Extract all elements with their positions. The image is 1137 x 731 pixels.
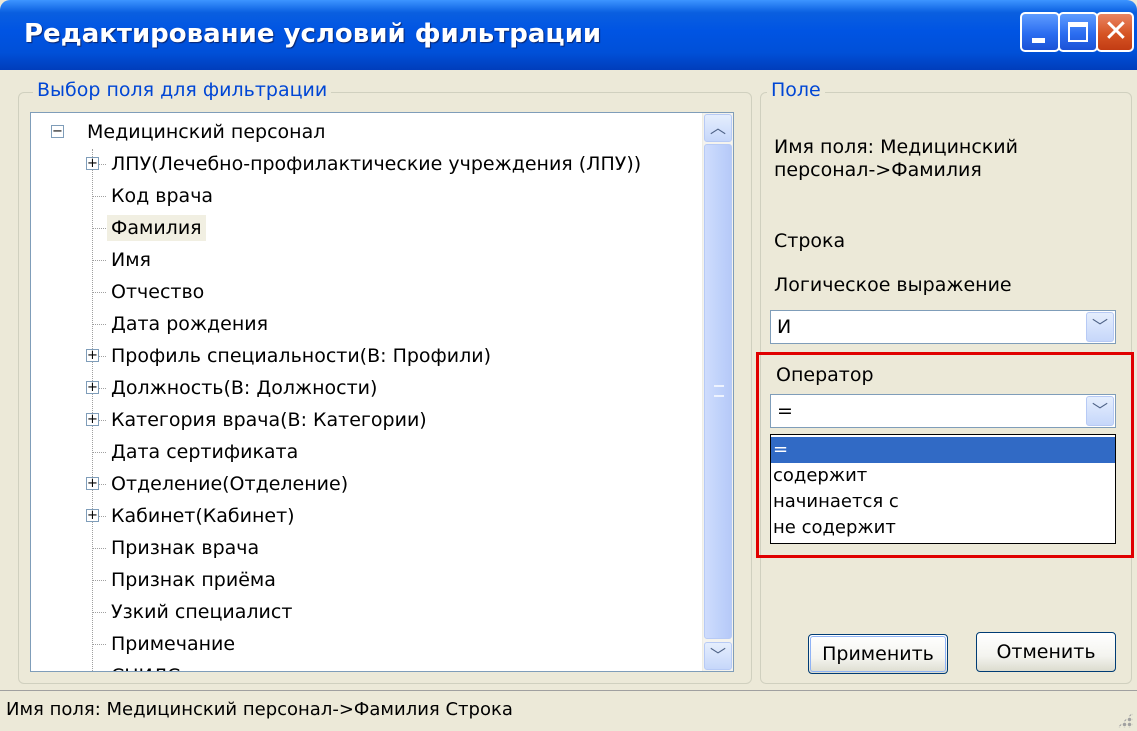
tree-item[interactable]: Имя — [81, 245, 155, 275]
tree-connector — [93, 228, 106, 229]
tree-item-label: Имя — [111, 249, 151, 271]
field-selection-legend: Выбор поля для фильтрации — [33, 79, 332, 101]
window-title: Редактирование условий фильтрации — [24, 19, 602, 49]
operator-option[interactable]: = — [771, 437, 1115, 463]
tree-item[interactable]: Примечание — [81, 629, 239, 659]
chevron-up-icon[interactable]: ︿ — [704, 114, 732, 142]
status-bar: Имя поля: Медицинский персонал->Фамилия … — [0, 690, 1137, 731]
tree-expand-icon[interactable]: + — [86, 157, 99, 170]
tree-item[interactable]: Код врача — [81, 181, 217, 211]
field-name-line1: Имя поля: Медицинский — [774, 136, 1018, 158]
title-bar[interactable]: Редактирование условий фильтрации ✕ — [0, 0, 1137, 70]
tree-item-label: Дата сертификата — [111, 441, 299, 463]
filter-dialog: Редактирование условий фильтрации ✕ Выбо… — [0, 0, 1137, 731]
minimize-icon — [1032, 38, 1045, 43]
tree-item[interactable]: Признак врача — [81, 533, 263, 563]
operator-option[interactable]: начинается с — [771, 489, 1115, 515]
scroll-thumb[interactable] — [704, 144, 732, 639]
tree-item-label: Должность(В: Должности) — [111, 377, 378, 399]
tree-connector — [93, 612, 106, 613]
maximize-icon — [1068, 22, 1088, 42]
tree-connector — [93, 452, 106, 453]
operator-dropdown-list[interactable]: = содержит начинается с не содержит — [770, 434, 1116, 544]
tree-item[interactable]: + ЛПУ(Лечебно-профилактические учреждения… — [81, 149, 645, 179]
tree-root[interactable]: − Медицинский персонал — [43, 117, 329, 147]
apply-button[interactable]: Применить — [808, 634, 948, 674]
tree-item-label: Отчество — [111, 281, 205, 303]
tree-connector — [93, 548, 106, 549]
tree-item-label: Код врача — [111, 185, 214, 207]
scroll-grip — [714, 385, 724, 397]
tree-item-label: Отделение(Отделение) — [111, 473, 349, 495]
chevron-down-icon[interactable]: ﹀ — [704, 642, 732, 670]
field-type: Строка — [774, 230, 846, 252]
tree-item-label: Дата рождения — [111, 313, 269, 335]
tree-scrollbar[interactable]: ︿ ﹀ — [702, 113, 733, 671]
tree-connector — [93, 260, 106, 261]
tree-expand-icon[interactable]: + — [86, 413, 99, 426]
tree-item[interactable]: + Отделение(Отделение) — [81, 469, 352, 499]
tree-item[interactable]: + Должность(В: Должности) — [81, 373, 381, 403]
tree-item-label: Категория врача(В: Категории) — [111, 409, 427, 431]
tree-connector — [93, 196, 106, 197]
tree-expand-icon[interactable]: + — [86, 381, 99, 394]
tree-connector — [93, 580, 106, 581]
field-tree[interactable]: − Медицинский персонал + ЛПУ(Лечебно-проф… — [30, 112, 734, 672]
operator-label: Оператор — [776, 364, 874, 386]
tree-item-label: ЛПУ(Лечебно-профилактические учреждения … — [111, 153, 642, 175]
tree-item-label: Профиль специальности(В: Профили) — [111, 345, 492, 367]
tree-item[interactable]: Узкий специалист — [81, 597, 296, 627]
tree-connector — [93, 292, 106, 293]
tree-expand-icon[interactable]: + — [86, 477, 99, 490]
tree-item-label: Фамилия — [107, 215, 206, 241]
cancel-button[interactable]: Отменить — [976, 632, 1116, 672]
field-name-line2: персонал->Фамилия — [774, 159, 982, 181]
tree-root-label: Медицинский персонал — [87, 121, 326, 143]
tree-item[interactable]: Дата рождения — [81, 309, 272, 339]
tree-item[interactable]: Признак приёма — [81, 565, 280, 595]
maximize-button[interactable] — [1058, 12, 1098, 52]
tree-connector — [93, 324, 106, 325]
close-button[interactable]: ✕ — [1096, 12, 1134, 52]
tree-collapse-icon[interactable]: − — [51, 125, 64, 138]
tree-item[interactable]: Дата сертификата — [81, 437, 302, 467]
tree-item-label: Признак врача — [111, 537, 260, 559]
tree-item-label: Узкий специалист — [111, 601, 293, 623]
chevron-down-icon[interactable]: ﹀ — [1086, 312, 1114, 342]
tree-item[interactable]: Фамилия — [81, 213, 206, 243]
tree-connector — [93, 644, 106, 645]
tree-item-label: СНИЛС — [107, 663, 184, 671]
minimize-button[interactable] — [1020, 12, 1060, 52]
operator-select-value: = — [777, 400, 793, 422]
tree-item-label: Признак приёма — [111, 569, 276, 591]
close-icon: ✕ — [1103, 14, 1129, 49]
operator-select[interactable]: = ﹀ — [770, 394, 1116, 428]
tree-item-label: Кабинет(Кабинет) — [111, 505, 295, 527]
tree-expand-icon[interactable]: + — [86, 509, 99, 522]
operator-option[interactable]: не содержит — [771, 515, 1115, 541]
tree-item[interactable]: СНИЛС — [81, 661, 184, 671]
field-legend: Поле — [767, 79, 825, 101]
tree-item[interactable]: + Категория врача(В: Категории) — [81, 405, 431, 435]
resize-grip[interactable] — [1117, 712, 1133, 728]
tree-item[interactable]: + Профиль специальности(В: Профили) — [81, 341, 495, 371]
tree-expand-icon[interactable]: + — [86, 349, 99, 362]
status-text: Имя поля: Медицинский персонал->Фамилия … — [6, 699, 513, 720]
tree-item-label: Примечание — [111, 633, 236, 655]
logic-select[interactable]: И ﹀ — [770, 310, 1116, 344]
operator-option[interactable]: содержит — [771, 463, 1115, 489]
chevron-down-icon[interactable]: ﹀ — [1086, 396, 1114, 426]
logic-select-value: И — [777, 316, 792, 338]
tree-item[interactable]: + Кабинет(Кабинет) — [81, 501, 299, 531]
tree-item[interactable]: Отчество — [81, 277, 208, 307]
logic-label: Логическое выражение — [774, 274, 1012, 296]
